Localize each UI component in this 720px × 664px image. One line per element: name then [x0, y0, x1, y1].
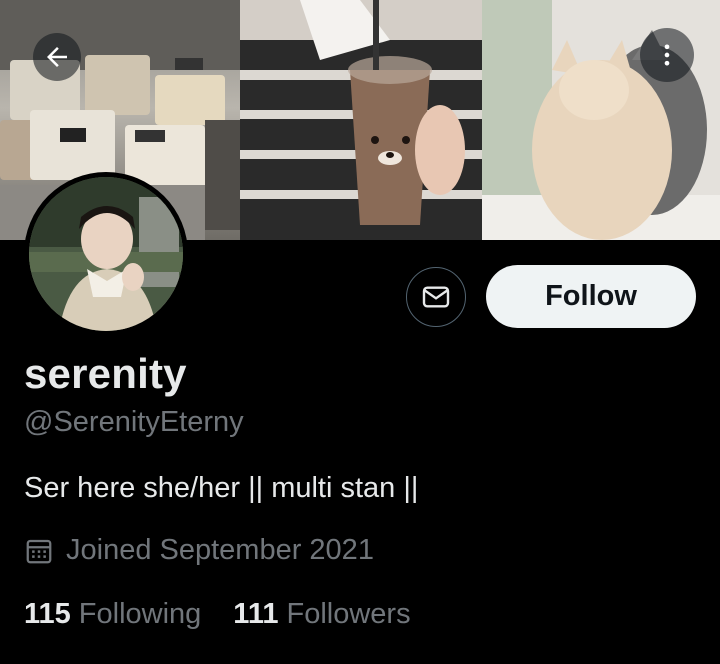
followers-label: Followers [286, 598, 411, 630]
more-options-button[interactable] [640, 28, 694, 82]
followers-count: 111 [233, 598, 279, 630]
following-count: 115 [24, 598, 71, 630]
display-name: serenity [24, 350, 187, 397]
profile-bio: Ser here she/her || multi stan || [24, 472, 419, 504]
avatar-photo [29, 177, 183, 331]
calendar-icon [24, 536, 54, 566]
arrow-left-icon [47, 47, 67, 67]
following-label: Following [78, 598, 202, 630]
back-button[interactable] [33, 33, 81, 81]
joined-text: Joined September 2021 [66, 534, 374, 566]
followers-link[interactable]: 111 Followers [233, 598, 410, 631]
vertical-ellipsis-icon [664, 44, 670, 66]
avatar[interactable] [24, 172, 188, 336]
following-link[interactable]: 115 Following [24, 598, 201, 631]
banner-photo-drink [240, 0, 482, 240]
follow-stats: 115 Following 111 Followers [24, 598, 411, 631]
joined-date: Joined September 2021 [24, 534, 374, 567]
follow-button[interactable]: Follow [486, 265, 696, 328]
message-button[interactable] [406, 267, 466, 327]
envelope-icon [422, 286, 450, 308]
user-handle: @SerenityEterny [24, 406, 244, 438]
